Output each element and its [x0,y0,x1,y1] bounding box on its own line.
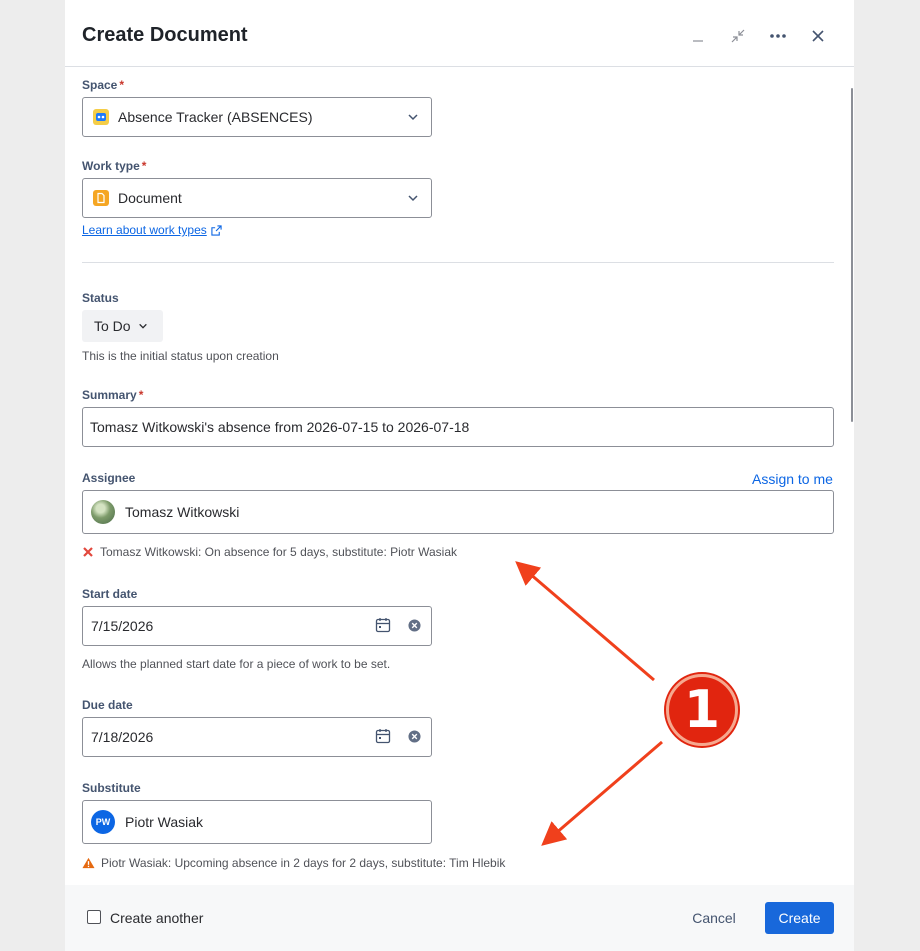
space-label: Space * [82,78,125,92]
more-icon [770,34,786,38]
modal-footer: Create another Cancel Create [65,885,854,951]
status-value: To Do [94,318,131,334]
error-x-icon [83,547,93,557]
create-button[interactable]: Create [765,902,834,934]
close-icon [812,30,824,42]
status-dropdown[interactable]: To Do [82,310,163,342]
due-date-value: 7/18/2026 [91,729,154,745]
space-select[interactable]: Absence Tracker (ABSENCES) [82,97,432,137]
start-date-label: Start date [82,587,138,601]
learn-work-types-link[interactable]: Learn about work types [82,223,222,237]
annotation-badge: 1 [666,674,738,746]
assign-to-me-link[interactable]: Assign to me [752,471,833,487]
substitute-warning-text: Piotr Wasiak: Upcoming absence in 2 days… [101,856,506,870]
minimize-button[interactable] [684,22,712,50]
substitute-label: Substitute [82,781,141,795]
section-divider [82,262,834,263]
calendar-icon[interactable] [375,617,391,633]
summary-input[interactable]: Tomasz Witkowski's absence from 2026-07-… [82,407,834,447]
scrollbar-thumb[interactable] [851,88,853,422]
substitute-picker[interactable]: PW Piotr Wasiak [82,800,432,844]
modal-header: Create Document [65,0,854,67]
assignee-label: Assignee [82,471,136,485]
modal-title: Create Document [82,24,248,46]
learn-work-types-text: Learn about work types [82,223,207,237]
start-date-value: 7/15/2026 [91,618,154,634]
space-value: Absence Tracker (ABSENCES) [118,109,313,125]
substitute-value: Piotr Wasiak [125,814,204,830]
clear-icon[interactable] [408,619,421,632]
start-date-picker[interactable]: 7/15/2026 [82,606,432,646]
avatar: PW [91,810,115,834]
assignee-value: Tomasz Witkowski [125,504,240,520]
due-date-picker[interactable]: 7/18/2026 [82,717,432,757]
document-type-icon [93,190,109,206]
external-link-icon [211,224,222,236]
substitute-absence-warning: Piotr Wasiak: Upcoming absence in 2 days… [82,856,505,870]
status-label: Status [82,291,119,305]
create-another-label: Create another [110,910,204,926]
assignee-warning-text: Tomasz Witkowski: On absence for 5 days,… [100,545,458,559]
collapse-icon [731,29,745,43]
chevron-down-icon [408,114,418,121]
more-options-button[interactable] [764,22,792,50]
avatar [91,500,115,524]
chevron-down-icon [408,195,418,202]
due-date-label: Due date [82,698,133,712]
calendar-icon[interactable] [375,728,391,744]
create-another-checkbox[interactable] [87,910,101,924]
work-type-select[interactable]: Document [82,178,432,218]
clear-icon[interactable] [408,730,421,743]
status-help-text: This is the initial status upon creation [82,349,279,363]
close-button[interactable] [804,22,832,50]
assignee-picker[interactable]: Tomasz Witkowski [82,490,834,534]
summary-value: Tomasz Witkowski's absence from 2026-07-… [90,419,470,435]
chevron-down-icon [138,323,147,329]
start-date-help-text: Allows the planned start date for a piec… [82,657,391,671]
work-type-label: Work type * [82,159,147,173]
minimize-icon [693,40,703,42]
warning-icon [82,857,95,869]
space-avatar-icon [93,109,109,125]
collapse-button[interactable] [724,22,752,50]
create-document-modal: Create Document Space * Absence Tracker (… [65,0,854,951]
summary-label: Summary * [82,388,144,402]
cancel-button[interactable]: Cancel [679,902,749,934]
assignee-absence-warning: Tomasz Witkowski: On absence for 5 days,… [82,545,457,559]
work-type-value: Document [118,190,182,206]
